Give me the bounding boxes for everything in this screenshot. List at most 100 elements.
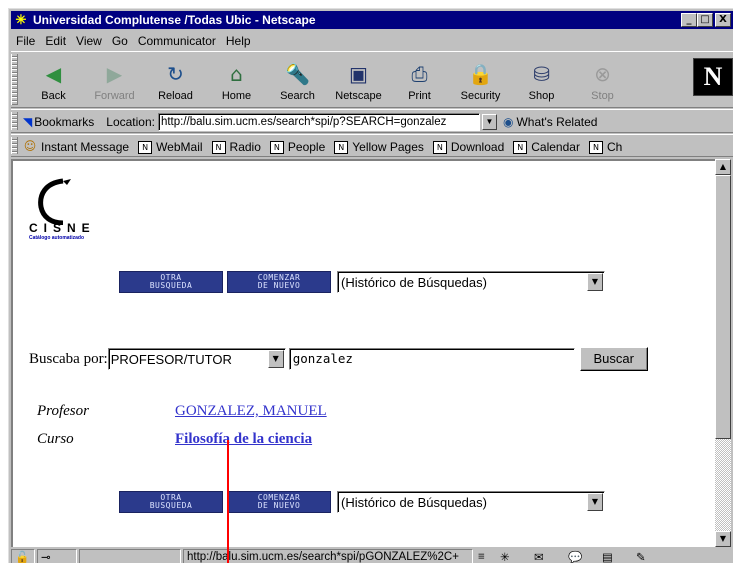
otra-busqueda-line2: BUSQUEDA [149,501,193,510]
personal-item-webmail[interactable]: N WebMail [138,140,203,154]
netscape-throbber-logo[interactable]: N [693,58,733,96]
scroll-up-icon[interactable]: ▲ [715,159,731,175]
toolbar-button-label: Reload [158,90,193,102]
comenzar-de-nuevo-button[interactable]: COMENZAR DE NUEVO [227,271,331,293]
personal-item-calendar[interactable]: N Calendar [513,140,580,154]
search-row: Buscaba por: PROFESOR/TUTOR ▼ gonzalez B… [29,347,648,371]
location-toolbar: ◥ Bookmarks Location: http://balu.sim.uc… [11,109,733,133]
component-bar-icon[interactable]: ≡ [475,549,495,563]
mail-icon[interactable]: ✉ [531,549,563,563]
menu-view[interactable]: View [71,34,107,48]
personal-item-label: Calendar [531,140,580,154]
discussion-icon[interactable]: 💬 [565,549,597,563]
forward-button[interactable]: ▶ Forward [84,54,145,104]
result-link-profesor[interactable]: GONZALEZ, MANUEL [175,403,327,420]
menu-file[interactable]: File [11,34,40,48]
personal-item-people[interactable]: N People [269,140,325,154]
stop-button[interactable]: ⊗ Stop [572,54,633,104]
toolbar-button-label: Back [41,90,66,102]
netscape-icon: ▣ [349,62,368,86]
toolbar-button-label: Print [408,90,431,102]
otra-busqueda-button[interactable]: OTRA BUSQUEDA [119,491,223,513]
location-label: Location: [106,115,155,129]
result-row-curso: Curso Filosofía de la ciencia [37,431,312,448]
bookmarks-icon[interactable]: ◥ [23,115,32,129]
shop-button[interactable]: ⛁ Shop [511,54,572,104]
personal-item-download[interactable]: N Download [432,140,505,154]
toolbar-grip[interactable] [11,54,18,105]
result-label: Curso [37,431,74,447]
security-status-icon[interactable]: 🔓 [11,549,35,563]
bookmark-page-icon: N [513,140,528,154]
result-link-curso[interactable]: Filosofía de la ciencia [175,431,312,448]
toolbar-grip[interactable] [11,137,18,154]
close-button[interactable]: X [715,13,731,27]
bookmark-page-icon: N [269,140,284,154]
bookmark-page-icon: N [211,140,226,154]
scroll-thumb[interactable] [715,175,731,439]
bookmark-page-icon: N [432,140,447,154]
security-button[interactable]: 🔒 Security [450,54,511,104]
personal-item-label: Radio [229,140,261,154]
composer-icon[interactable]: ▤ [599,549,631,563]
cisne-logo: CISNE Catálogo automatizado [29,177,121,241]
history-select[interactable]: (Histórico de Búsquedas) ▼ [337,271,605,293]
bookmark-page-icon: N [138,140,153,154]
vertical-scrollbar[interactable]: ▲ ▼ [715,159,731,547]
toolbar-button-label: Search [280,90,315,102]
personal-item-label: Download [450,140,505,154]
title-bar: ✳ Universidad Complutense /Todas Ubic - … [11,11,733,29]
personal-item-label: Ch [606,140,623,154]
navigation-toolbar: ◀ Back ▶ Forward ↻ Reload ⌂ Home 🔦 Search ▣ Netscap… [11,51,733,108]
top-nav-row: OTRA BUSQUEDA COMENZAR DE NUEVO (Históri… [119,271,605,293]
personal-item-ch[interactable]: N Ch [588,140,623,154]
pen-icon[interactable]: ✎ [633,549,663,563]
navigator-icon[interactable]: ✳ [497,549,529,563]
bookmark-page-icon: N [334,140,349,154]
url-dropdown-arrow[interactable]: ▼ [481,114,497,130]
history-select-value: (Histórico de Búsquedas) [341,274,487,290]
otra-busqueda-button[interactable]: OTRA BUSQUEDA [119,271,223,293]
chevron-down-icon[interactable]: ▼ [587,273,603,291]
menu-edit[interactable]: Edit [40,34,71,48]
window-title: Universidad Complutense /Todas Ubic - Ne… [33,13,316,27]
comenzar-de-nuevo-button[interactable]: COMENZAR DE NUEVO [227,491,331,513]
location-url-input[interactable]: http://balu.sim.ucm.es/search*spi/p?SEAR… [157,113,480,131]
bookmark-page-icon: N [588,140,603,154]
search-icon: 🔦 [285,62,310,86]
progress-cell [79,549,181,563]
comenzar-line2: DE NUEVO [257,501,301,510]
print-icon: ⎙ [411,62,428,86]
personal-item-instant-message[interactable]: ☺ Instant Message [23,140,130,155]
search-input[interactable]: gonzalez [288,348,575,370]
logo-name: CISNE [29,221,96,235]
bookmarks-button[interactable]: Bookmarks [34,115,94,129]
back-button[interactable]: ◀ Back [23,54,84,104]
scroll-down-icon[interactable]: ▼ [715,531,731,547]
whats-related-button[interactable]: ◉ What's Related [503,115,597,129]
chevron-down-icon[interactable]: ▼ [267,350,284,368]
buscar-button[interactable]: Buscar [579,347,648,371]
netscape-button[interactable]: ▣ Netscape [328,54,389,104]
toolbar-button-label: Security [460,90,501,102]
reload-button[interactable]: ↻ Reload [145,54,206,104]
search-type-value: PROFESOR/TUTOR [110,351,232,367]
personal-item-yellow-pages[interactable]: N Yellow Pages [334,140,424,154]
chevron-down-icon[interactable]: ▼ [587,493,603,511]
toolbar-grip[interactable] [11,112,18,130]
history-select[interactable]: (Histórico de Búsquedas) ▼ [337,491,605,513]
menu-help[interactable]: Help [221,34,256,48]
search-button[interactable]: 🔦 Search [267,54,328,104]
menu-bar: File Edit View Go Communicator Help [11,31,733,50]
personal-item-label: Instant Message [41,140,130,154]
home-button[interactable]: ⌂ Home [206,54,267,104]
browser-window: ✳ Universidad Complutense /Todas Ubic - … [8,8,733,563]
maximize-button[interactable]: □ [697,13,713,27]
menu-go[interactable]: Go [107,34,133,48]
shop-icon: ⛁ [533,62,550,86]
personal-item-radio[interactable]: N Radio [211,140,261,154]
menu-communicator[interactable]: Communicator [133,34,221,48]
minimize-button[interactable]: _ [681,13,697,27]
print-button[interactable]: ⎙ Print [389,54,450,104]
search-type-select[interactable]: PROFESOR/TUTOR ▼ [107,348,286,370]
